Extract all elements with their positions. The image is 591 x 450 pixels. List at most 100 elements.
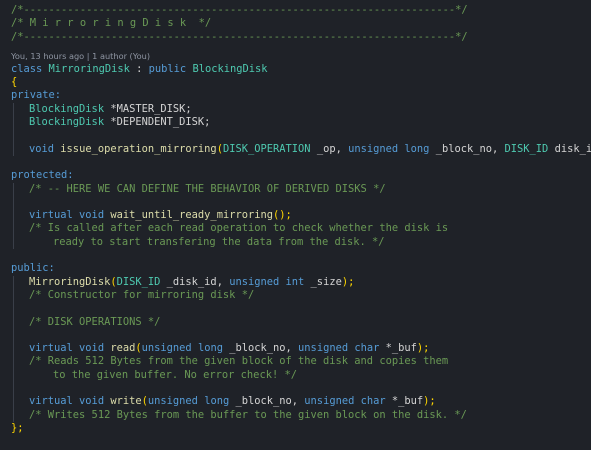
param-name: _block_no, [229, 395, 305, 408]
function-name: write [110, 395, 142, 408]
code-line[interactable] [0, 195, 591, 210]
code-line[interactable]: { [0, 76, 591, 89]
code-line[interactable]: /* Constructor for mirroring disk */ [0, 288, 591, 303]
comment: /* DISK OPERATIONS */ [29, 315, 161, 328]
param-type-keyword: unsigned long [147, 395, 230, 408]
indent-guide [13, 315, 14, 329]
code-line[interactable]: /* M i r r o r i n g D i s k */ [0, 17, 591, 30]
keyword-class: class [11, 62, 43, 75]
param-type-keyword: unsigned int [229, 275, 305, 288]
code-line[interactable]: public: [0, 262, 591, 275]
keyword-public: public [148, 62, 187, 75]
code-editor[interactable]: /*--------------------------------------… [0, 0, 591, 450]
code-line[interactable]: /* DISK OPERATIONS */ [0, 315, 591, 329]
code-line[interactable]: virtual void wait_until_ready_mirroring(… [0, 209, 591, 223]
constructor-name: MirroringDisk [29, 275, 111, 288]
comment: /* Constructor for mirroring disk */ [29, 288, 255, 301]
keyword-virtual-void: virtual void [29, 209, 105, 222]
code-line[interactable]: MirroringDisk(DISK_ID _disk_id, unsigned… [0, 275, 591, 289]
code-line[interactable]: virtual void write(unsigned long _block_… [0, 395, 591, 409]
indent-guide [13, 328, 14, 343]
statement-end: ); [423, 395, 436, 408]
indent-guide [13, 342, 14, 356]
comment: /* Reads 512 Bytes from the given block … [29, 355, 449, 368]
param-type-keyword: unsigned char [304, 395, 386, 408]
class-name: MirroringDisk [48, 62, 130, 75]
code-line[interactable]: to the given buffer. No error check! */ [0, 368, 591, 383]
code-line[interactable]: }; [0, 422, 591, 435]
param-name: *_buf [385, 395, 424, 408]
access-protected: protected: [11, 169, 74, 182]
param-name: _block_no, [222, 342, 299, 355]
keyword-virtual-void: virtual void [29, 342, 105, 355]
function-name: issue_operation_mirroring [60, 142, 217, 155]
access-private: private: [11, 89, 62, 102]
comment: ready to start transfering the data from… [53, 235, 385, 248]
param-name: _size [304, 275, 342, 288]
param-type: DISK_ID [116, 275, 161, 288]
indent-guide [13, 355, 14, 369]
indent-guide [13, 102, 14, 117]
indent-guide [13, 116, 14, 130]
code-line[interactable] [0, 382, 591, 396]
member-name: *DEPENDENT_DISK; [104, 116, 211, 129]
statement-end: ); [341, 275, 355, 288]
member-type: BlockingDisk [29, 102, 105, 115]
statement-end: (); [273, 209, 292, 222]
indent-guide [13, 408, 14, 422]
code-line[interactable] [0, 129, 591, 143]
code-line[interactable] [0, 302, 591, 316]
indent-guide [13, 235, 14, 250]
indent-guide [13, 275, 14, 289]
code-line[interactable]: private: [0, 89, 591, 102]
code-line[interactable]: /* Reads 512 Bytes from the given block … [0, 355, 591, 369]
param-name: _disk_id, [160, 275, 230, 288]
code-line[interactable]: /*--------------------------------------… [0, 31, 591, 44]
statement-end: ); [416, 342, 430, 355]
function-name: wait_until_ready_mirroring [110, 209, 273, 222]
code-line[interactable]: virtual void read(unsigned long _block_n… [0, 342, 591, 356]
comment: /* -- HERE WE CAN DEFINE THE BEHAVIOR OF… [29, 182, 386, 195]
comment: /* Writes 512 Bytes from the buffer to t… [29, 408, 467, 421]
param-type-keyword: unsigned char [298, 342, 380, 355]
indent-guide [13, 182, 14, 196]
code-line[interactable]: class MirroringDisk : public BlockingDis… [0, 63, 591, 76]
inherit-colon: : [129, 62, 149, 75]
code-line[interactable] [0, 328, 591, 343]
code-line[interactable]: ready to start transfering the data from… [0, 235, 591, 250]
code-line[interactable] [0, 156, 591, 169]
access-public: public: [11, 262, 55, 275]
close-brace: }; [11, 421, 24, 434]
header-title: /* M i r r o r i n g D i s k */ [11, 17, 212, 30]
header-rule-top: /*--------------------------------------… [11, 4, 468, 16]
param-name: *_buf [379, 342, 417, 355]
code-line[interactable]: /*--------------------------------------… [0, 4, 591, 17]
comment: to the given buffer. No error check! */ [53, 368, 297, 381]
param-name: _op, [310, 142, 349, 155]
base-class-name: BlockingDisk [192, 62, 268, 75]
indent-guide [13, 395, 14, 409]
indent-guide [13, 368, 14, 383]
member-type: BlockingDisk [29, 116, 105, 129]
code-line[interactable] [0, 249, 591, 262]
keyword-void: void [29, 142, 55, 155]
code-line[interactable]: BlockingDisk *DEPENDENT_DISK; [0, 116, 591, 130]
param-type: DISK_OPERATION [222, 142, 311, 155]
indent-guide [13, 195, 14, 210]
code-line[interactable]: protected: [0, 169, 591, 182]
function-name: read [110, 342, 136, 355]
param-type-keyword: unsigned long [141, 342, 223, 355]
code-line[interactable]: BlockingDisk *MASTER_DISK; [0, 102, 591, 117]
comment: /* Is called after each read operation t… [29, 222, 449, 235]
param-type: DISK_ID [504, 142, 549, 155]
code-line[interactable]: void issue_operation_mirroring(DISK_OPER… [0, 142, 591, 156]
codelens-blame[interactable]: You, 13 hours ago | 1 author (You) [0, 50, 591, 62]
code-line[interactable]: /* -- HERE WE CAN DEFINE THE BEHAVIOR OF… [0, 182, 591, 196]
code-line[interactable]: /* Writes 512 Bytes from the buffer to t… [0, 408, 591, 422]
indent-guide [13, 142, 14, 156]
indent-guide [13, 222, 14, 236]
indent-guide [13, 382, 14, 396]
code-line[interactable]: /* Is called after each read operation t… [0, 222, 591, 236]
open-brace: { [11, 76, 18, 89]
keyword-virtual-void: virtual void [29, 395, 105, 408]
